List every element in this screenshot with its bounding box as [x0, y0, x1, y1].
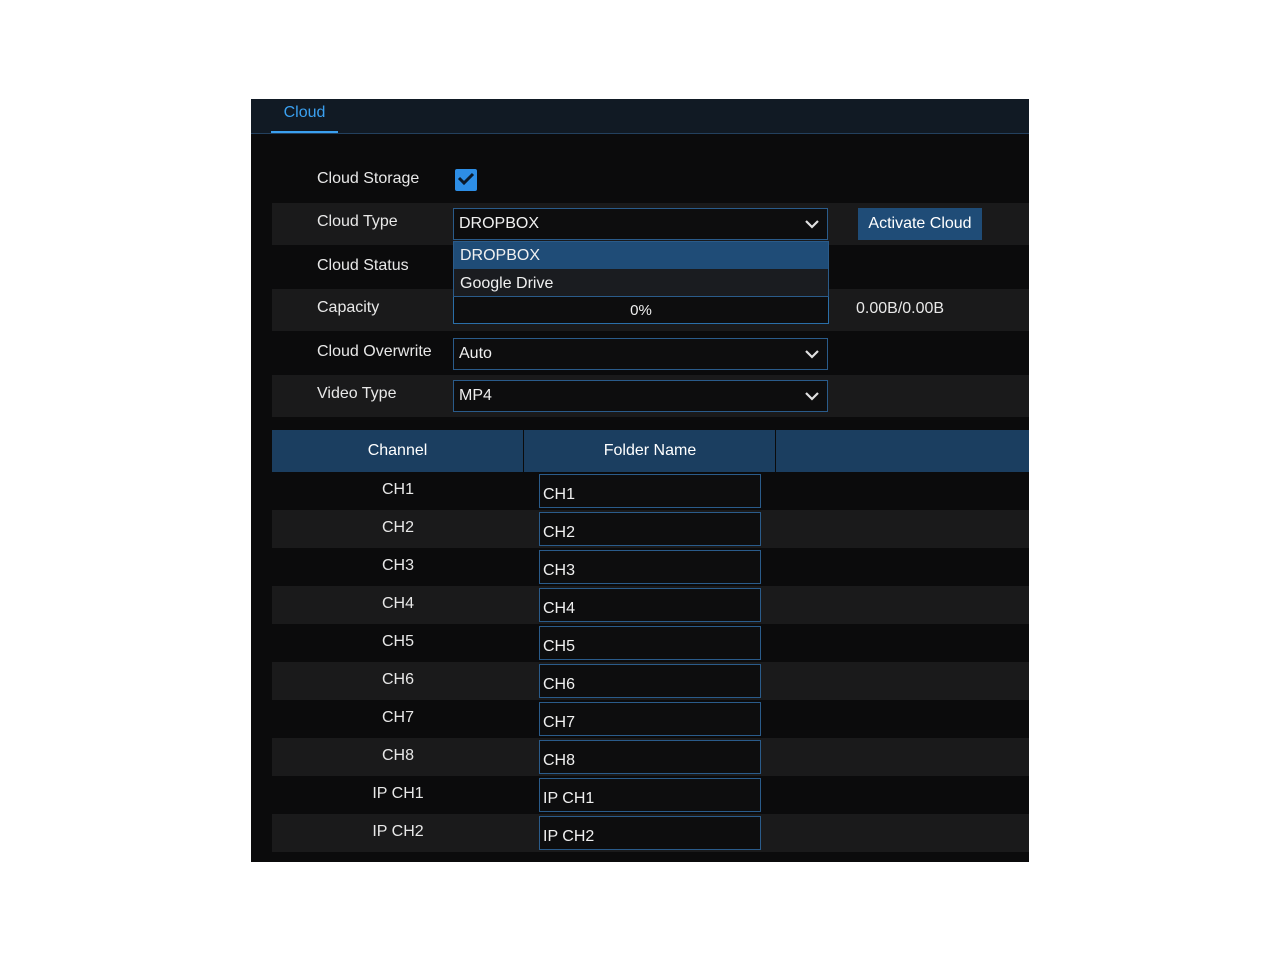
channel-cell: CH3	[381, 557, 414, 574]
cloud-overwrite-value: Auto	[459, 345, 492, 362]
table-row: CH7	[272, 700, 1029, 738]
cloud-type-option-dropbox[interactable]: DROPBOX	[454, 242, 828, 269]
chevron-down-icon	[805, 220, 819, 229]
folder-name-input[interactable]	[539, 740, 761, 774]
channel-cell: CH7	[381, 709, 414, 726]
cloud-status-label: Cloud Status	[317, 257, 409, 274]
channel-cell: CH2	[381, 519, 414, 536]
table-row: CH6	[272, 662, 1029, 700]
cloud-type-option-google-drive[interactable]: Google Drive	[454, 270, 828, 297]
header-folder-name: Folder Name	[525, 430, 776, 472]
channel-cell: CH6	[381, 671, 414, 688]
channel-cell: CH1	[381, 481, 414, 498]
chevron-down-icon	[805, 392, 819, 401]
chevron-down-icon	[805, 350, 819, 359]
header-empty	[777, 430, 1029, 472]
capacity-progress-bar: 0%	[453, 296, 829, 324]
channel-cell: CH8	[381, 747, 414, 764]
folder-name-input[interactable]	[539, 550, 761, 584]
channel-cell: IP CH1	[372, 785, 424, 802]
table-header: Channel Folder Name	[272, 430, 1029, 472]
folder-name-input[interactable]	[539, 588, 761, 622]
capacity-size: 0.00B/0.00B	[856, 300, 945, 317]
cloud-storage-label: Cloud Storage	[317, 170, 420, 187]
activate-cloud-button[interactable]: Activate Cloud	[858, 208, 982, 240]
video-type-label: Video Type	[317, 385, 397, 402]
checkmark-icon	[457, 172, 475, 186]
table-row: CH8	[272, 738, 1029, 776]
folder-name-input[interactable]	[539, 664, 761, 698]
channel-cell: CH5	[381, 633, 414, 650]
folder-name-input[interactable]	[539, 778, 761, 812]
tab-bar: Cloud	[251, 99, 1029, 134]
table-row: IP CH2	[272, 814, 1029, 852]
channel-cell: IP CH2	[372, 823, 424, 840]
folder-name-input[interactable]	[539, 474, 761, 508]
table-row: IP CH1	[272, 776, 1029, 814]
header-channel: Channel	[272, 430, 524, 472]
video-type-value: MP4	[459, 387, 492, 404]
table-row: CH2	[272, 510, 1029, 548]
folder-name-input[interactable]	[539, 816, 761, 850]
cloud-type-label: Cloud Type	[317, 213, 398, 230]
folder-name-input[interactable]	[539, 626, 761, 660]
cloud-type-value: DROPBOX	[459, 215, 540, 232]
table-row: CH1	[272, 472, 1029, 510]
capacity-label: Capacity	[317, 299, 380, 316]
video-type-select[interactable]: MP4	[453, 380, 828, 412]
channel-cell: CH4	[381, 595, 414, 612]
cloud-settings-panel: Cloud Cloud Storage Cloud Type DROPBOX A…	[251, 99, 1029, 862]
capacity-percent: 0%	[630, 302, 652, 319]
cloud-type-select[interactable]: DROPBOX	[453, 208, 828, 240]
cloud-storage-checkbox[interactable]	[455, 169, 477, 191]
folder-name-input[interactable]	[539, 512, 761, 546]
cloud-overwrite-select[interactable]: Auto	[453, 338, 828, 370]
cloud-storage-row: Cloud Storage	[272, 159, 1029, 201]
cloud-type-dropdown: DROPBOX Google Drive	[453, 241, 829, 297]
cloud-overwrite-label: Cloud Overwrite	[317, 343, 432, 360]
tab-cloud[interactable]: Cloud	[271, 99, 338, 133]
table-row: CH3	[272, 548, 1029, 586]
folder-name-input[interactable]	[539, 702, 761, 736]
table-row: CH4	[272, 586, 1029, 624]
table-row: CH5	[272, 624, 1029, 662]
